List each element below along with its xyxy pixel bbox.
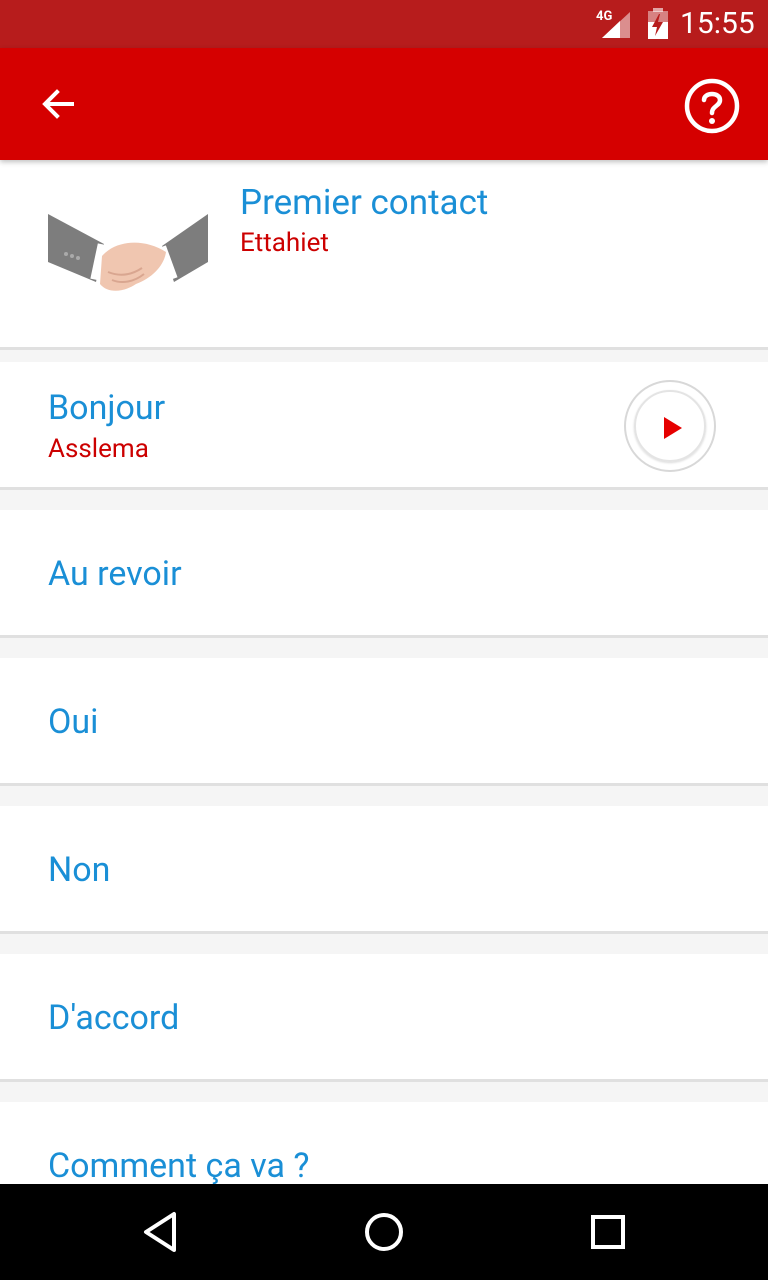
phrase-label: Non	[48, 850, 111, 890]
phrase-translation: Asslema	[48, 434, 149, 464]
phrase-list[interactable]: Premier contact Ettahiet Bonjour Asslema…	[0, 160, 768, 1184]
phrase-row-au-revoir[interactable]: Au revoir	[0, 510, 768, 638]
help-circle-icon[interactable]	[682, 76, 742, 136]
phrase-label: Au revoir	[48, 554, 182, 594]
category-subtitle: Ettahiet	[240, 228, 329, 258]
phrase-label: D'accord	[48, 998, 180, 1038]
app-bar	[0, 48, 768, 160]
handshake-illustration	[48, 214, 208, 291]
system-nav-bar	[0, 1184, 768, 1280]
recents-square-icon[interactable]	[586, 1210, 630, 1254]
category-title: Premier contact	[240, 182, 489, 223]
status-time: 15:55	[680, 6, 755, 41]
phrase-row-bonjour[interactable]: Bonjour Asslema	[0, 362, 768, 490]
phrase-label: Bonjour	[48, 388, 166, 428]
home-circle-icon[interactable]	[362, 1210, 406, 1254]
phrase-row-oui[interactable]: Oui	[0, 658, 768, 786]
phrase-label: Oui	[48, 702, 99, 742]
battery-icon	[648, 8, 668, 39]
play-button[interactable]	[624, 380, 716, 472]
status-bar: 4G 15:55	[0, 0, 768, 48]
back-triangle-icon[interactable]	[140, 1210, 184, 1254]
phrase-row-daccord[interactable]: D'accord	[0, 954, 768, 1082]
phrase-row-non[interactable]: Non	[0, 806, 768, 934]
phrase-label: Comment ça va ?	[48, 1146, 310, 1184]
play-icon	[664, 417, 682, 439]
arrow-back-icon[interactable]	[30, 76, 86, 132]
signal-icon	[602, 12, 630, 38]
phrase-row-comment-ca-va[interactable]: Comment ça va ?	[0, 1102, 768, 1184]
category-header: Premier contact Ettahiet	[0, 160, 768, 350]
